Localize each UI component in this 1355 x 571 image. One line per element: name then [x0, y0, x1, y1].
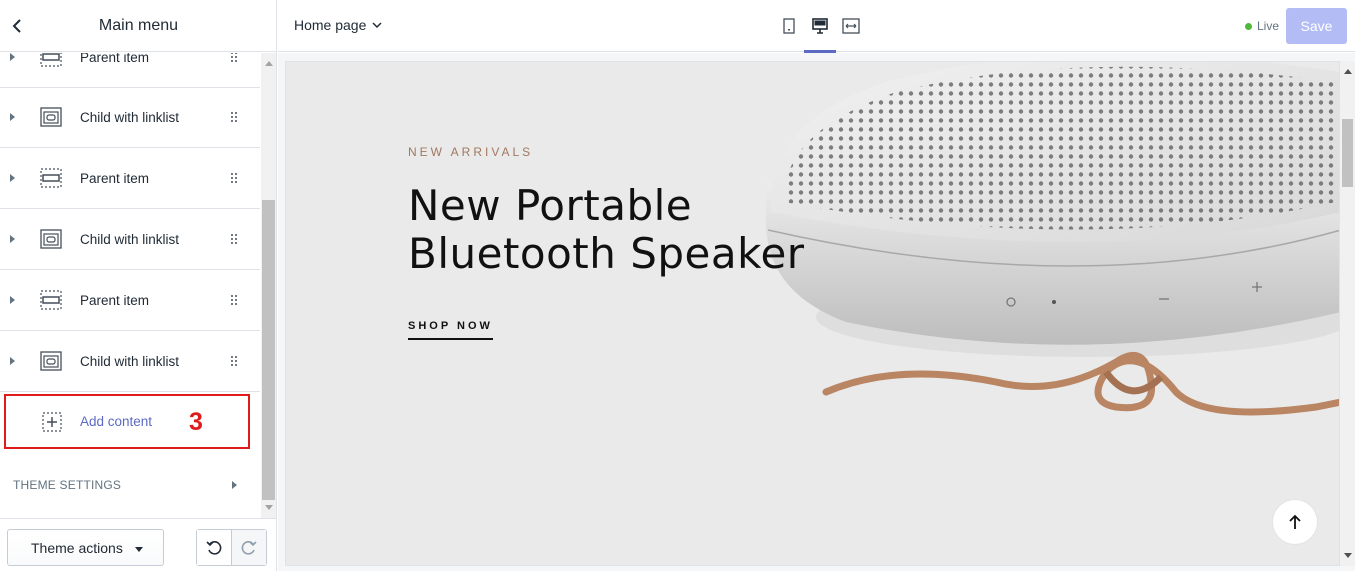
- menu-item-child-linklist[interactable]: Child with linklist: [0, 87, 260, 148]
- scroll-up-arrow-icon[interactable]: [1344, 69, 1352, 74]
- theme-settings-section[interactable]: THEME SETTINGS: [0, 455, 260, 517]
- theme-editor-sidebar: Main menu Parent item Child with linklis…: [0, 0, 277, 571]
- live-status-dot: [1245, 22, 1252, 30]
- linklist-icon: [40, 229, 62, 249]
- parent-item-icon: [40, 290, 62, 310]
- back-arrow-icon[interactable]: [10, 16, 24, 36]
- menu-item-child-linklist[interactable]: Child with linklist: [0, 331, 260, 392]
- menu-item-label: Child with linklist: [80, 109, 180, 125]
- drag-handle-icon[interactable]: [231, 234, 237, 244]
- mobile-device-icon: [783, 18, 795, 34]
- mobile-view-button[interactable]: [773, 0, 805, 52]
- drag-handle-icon[interactable]: [231, 112, 237, 122]
- expand-caret-icon[interactable]: [10, 53, 15, 61]
- sidebar-header: Main menu: [0, 0, 277, 52]
- sidebar-title: Main menu: [98, 16, 179, 34]
- sidebar-scrollbar[interactable]: [261, 53, 276, 518]
- fullscreen-expand-icon: [842, 18, 860, 34]
- live-status: Live: [1245, 19, 1279, 33]
- storefront-preview-area: NEW ARRIVALS New Portable Bluetooth Spea…: [278, 53, 1355, 571]
- undo-redo-group: [196, 529, 267, 566]
- drag-handle-icon[interactable]: [231, 53, 237, 62]
- menu-item-label: Child with linklist: [80, 353, 180, 369]
- drag-handle-icon[interactable]: [231, 295, 237, 305]
- scroll-down-arrow-icon[interactable]: [265, 505, 273, 510]
- arrow-up-icon: [1289, 514, 1301, 529]
- theme-actions-button[interactable]: Theme actions: [7, 529, 164, 566]
- desktop-device-icon: [812, 18, 828, 34]
- menu-item-parent[interactable]: Parent item: [0, 270, 260, 331]
- add-content-label: Add content: [80, 414, 153, 429]
- drag-handle-icon[interactable]: [231, 356, 237, 366]
- redo-icon: [241, 540, 257, 555]
- fullscreen-view-button[interactable]: [835, 0, 867, 52]
- step-annotation-number: 3: [189, 408, 203, 436]
- hero-eyebrow: NEW ARRIVALS: [408, 145, 534, 159]
- storefront-preview: NEW ARRIVALS New Portable Bluetooth Spea…: [285, 61, 1340, 566]
- menu-item-parent[interactable]: Parent item: [0, 53, 260, 88]
- page-selector[interactable]: Home page: [294, 17, 382, 33]
- theme-settings-label: THEME SETTINGS: [13, 478, 122, 492]
- undo-icon: [206, 540, 222, 555]
- drag-handle-icon[interactable]: [231, 173, 237, 183]
- preview-scrollbar[interactable]: [1340, 61, 1355, 566]
- sidebar-footer: Theme actions: [0, 518, 277, 571]
- theme-actions-label: Theme actions: [31, 540, 123, 556]
- menu-item-label: Parent item: [80, 170, 150, 186]
- shop-now-link[interactable]: SHOP NOW: [408, 320, 493, 340]
- page-selector-label: Home page: [294, 17, 367, 33]
- back-to-top-button[interactable]: [1273, 500, 1317, 544]
- menu-item-label: Parent item: [80, 292, 150, 308]
- parent-item-icon: [40, 53, 62, 67]
- save-button[interactable]: Save: [1286, 8, 1347, 44]
- menu-item-parent[interactable]: Parent item: [0, 148, 260, 209]
- dropdown-caret-icon: [135, 547, 143, 552]
- expand-caret-icon[interactable]: [10, 357, 15, 365]
- menu-item-list: Parent item Child with linklist Parent i…: [0, 53, 260, 505]
- expand-caret-icon[interactable]: [10, 113, 15, 121]
- live-status-label: Live: [1257, 19, 1280, 33]
- linklist-icon: [40, 351, 62, 371]
- desktop-view-button[interactable]: [804, 0, 836, 53]
- scrollbar-thumb[interactable]: [1342, 119, 1353, 187]
- expand-caret-icon[interactable]: [10, 296, 15, 304]
- hero-title-line-2: Bluetooth Speaker: [408, 229, 805, 278]
- expand-caret-icon: [232, 481, 237, 489]
- scroll-up-arrow-icon[interactable]: [265, 61, 273, 66]
- expand-caret-icon[interactable]: [10, 174, 15, 182]
- menu-item-child-linklist[interactable]: Child with linklist: [0, 209, 260, 270]
- undo-button[interactable]: [197, 530, 232, 565]
- scrollbar-thumb[interactable]: [262, 200, 275, 500]
- add-content-button[interactable]: Add content 3: [4, 394, 250, 449]
- hero-title: New Portable Bluetooth Speaker: [408, 182, 805, 278]
- scroll-down-arrow-icon[interactable]: [1344, 553, 1352, 558]
- linklist-icon: [40, 107, 62, 127]
- chevron-down-icon: [372, 22, 382, 29]
- menu-item-label: Child with linklist: [80, 231, 180, 247]
- speaker-product-image: [766, 62, 1339, 416]
- parent-item-icon: [40, 168, 62, 188]
- menu-item-label: Parent item: [80, 53, 150, 65]
- add-plus-icon: [42, 411, 62, 432]
- editor-topbar: Home page Live Save: [278, 0, 1355, 53]
- expand-caret-icon[interactable]: [10, 235, 15, 243]
- redo-button[interactable]: [231, 530, 266, 565]
- hero-title-line-1: New Portable: [408, 181, 693, 230]
